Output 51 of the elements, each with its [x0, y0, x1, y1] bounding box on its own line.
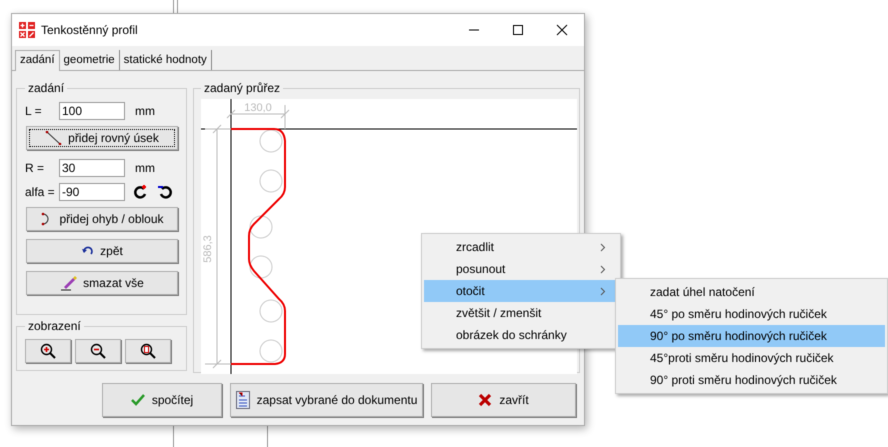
group-title: zadání: [27, 81, 66, 95]
menu-item[interactable]: posunout: [424, 258, 618, 280]
window-title: Tenkostěnný profil: [41, 23, 138, 37]
field-label: L =: [25, 104, 43, 118]
input-field[interactable]: 100: [59, 102, 125, 120]
input-field[interactable]: -90: [59, 183, 125, 201]
menu-item[interactable]: obrázek do schránky: [424, 324, 618, 346]
undo-button[interactable]: zpět: [26, 239, 178, 263]
undo-icon: [81, 245, 96, 257]
unit-label: mm: [135, 161, 155, 175]
rotate-plus-icon[interactable]: [133, 184, 149, 200]
menu-item[interactable]: otočit: [424, 280, 618, 302]
tab[interactable]: zadání: [15, 50, 60, 71]
zoom-in-button[interactable]: [25, 339, 71, 363]
group-title: zobrazení: [27, 319, 82, 333]
group-title: zadaný průřez: [203, 81, 282, 95]
tab[interactable]: geometrie: [60, 50, 120, 70]
check-icon: [130, 394, 145, 406]
line-segment-icon: [45, 131, 64, 145]
menu-item[interactable]: zadat úhel natočení: [618, 281, 885, 303]
input-field[interactable]: 30: [59, 159, 125, 177]
zoom-out-icon: [90, 343, 106, 359]
menu-item[interactable]: zrcadlit: [424, 236, 618, 258]
tab[interactable]: statické hodnoty: [120, 50, 212, 70]
close-icon[interactable]: [556, 24, 568, 36]
field-label: R =: [25, 161, 46, 175]
zoom-out-button[interactable]: [75, 339, 121, 363]
unit-label: mm: [135, 104, 155, 118]
close-icon: [478, 393, 492, 407]
menu-item[interactable]: 45°proti směru hodinových ručiček: [618, 347, 885, 369]
menu-item[interactable]: 90° proti směru hodinových ručiček: [618, 369, 885, 391]
zoom-in-icon: [40, 343, 56, 359]
dialog-button[interactable]: spočítej: [102, 383, 222, 417]
menu-item[interactable]: zvětšit / zmenšit: [424, 302, 618, 324]
zoom-page-button[interactable]: [125, 339, 171, 363]
dialog-button[interactable]: zapsat vybrané do dokumentu: [230, 383, 423, 417]
menu-item[interactable]: 90° po směru hodinových ručiček: [618, 325, 885, 347]
maximize-icon[interactable]: [512, 24, 524, 36]
field-label: alfa =: [25, 185, 56, 199]
zoom-page-icon: [140, 343, 156, 359]
add-bend-button[interactable]: přidej ohyb / oblouk: [26, 207, 178, 231]
menu-item[interactable]: 45° po směru hodinových ručiček: [618, 303, 885, 325]
rotate-minus-icon[interactable]: [157, 184, 173, 200]
app-icon: [19, 22, 35, 38]
clear-button[interactable]: smazat vše: [26, 271, 178, 295]
dialog-button[interactable]: zavřít: [431, 383, 576, 417]
brush-icon: [60, 275, 78, 291]
document-icon: [236, 391, 250, 409]
height-dimension: 586,3: [202, 235, 214, 263]
add-segment-button[interactable]: přidej rovný úsek: [26, 126, 178, 150]
width-dimension: 130,0: [244, 102, 272, 114]
